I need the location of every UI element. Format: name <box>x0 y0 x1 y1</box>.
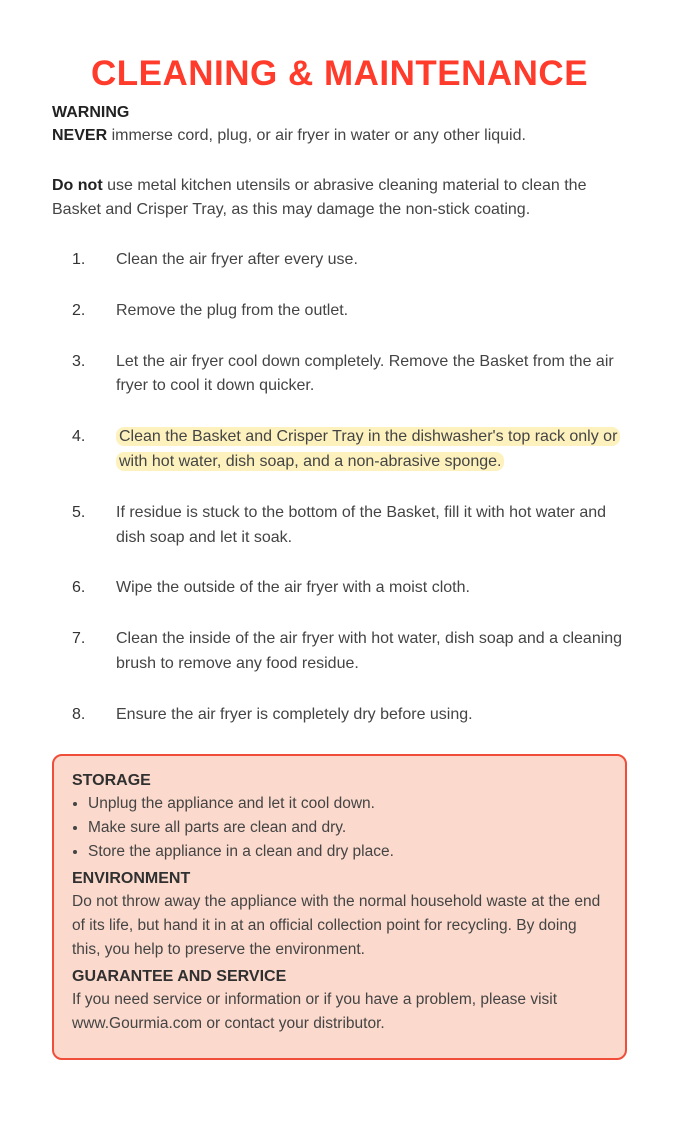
storage-list: Unplug the appliance and let it cool dow… <box>72 792 607 864</box>
info-box: STORAGE Unplug the appliance and let it … <box>52 754 627 1060</box>
step-item: Wipe the outside of the air fryer with a… <box>96 576 627 601</box>
steps-list: Clean the air fryer after every use. Remo… <box>52 248 627 728</box>
step-item: Clean the inside of the air fryer with h… <box>96 627 627 677</box>
warning-heading: WARNING <box>52 104 627 122</box>
page-title: CLEANING & MAINTENANCE <box>52 54 627 94</box>
step-item: Let the air fryer cool down completely. … <box>96 350 627 400</box>
warning-bold: NEVER <box>52 127 107 144</box>
step-item: Remove the plug from the outlet. <box>96 299 627 324</box>
step-item: Ensure the air fryer is completely dry b… <box>96 703 627 728</box>
do-not-bold: Do not <box>52 177 103 194</box>
storage-item: Store the appliance in a clean and dry p… <box>88 840 607 864</box>
guarantee-text: If you need service or information or if… <box>72 988 607 1036</box>
step-item: Clean the Basket and Crisper Tray in the… <box>96 425 627 475</box>
storage-heading: STORAGE <box>72 772 607 790</box>
warning-text: immerse cord, plug, or air fryer in wate… <box>107 127 526 144</box>
step-item: If residue is stuck to the bottom of the… <box>96 501 627 551</box>
step-item: Clean the air fryer after every use. <box>96 248 627 273</box>
warning-paragraph: NEVER immerse cord, plug, or air fryer i… <box>52 124 627 148</box>
do-not-text: use metal kitchen utensils or abrasive c… <box>52 177 586 218</box>
do-not-paragraph: Do not use metal kitchen utensils or abr… <box>52 174 627 222</box>
environment-heading: ENVIRONMENT <box>72 870 607 888</box>
highlighted-step-text: Clean the Basket and Crisper Tray in the… <box>116 427 620 471</box>
storage-item: Unplug the appliance and let it cool dow… <box>88 792 607 816</box>
storage-item: Make sure all parts are clean and dry. <box>88 816 607 840</box>
environment-text: Do not throw away the appliance with the… <box>72 890 607 962</box>
guarantee-heading: GUARANTEE AND SERVICE <box>72 968 607 986</box>
